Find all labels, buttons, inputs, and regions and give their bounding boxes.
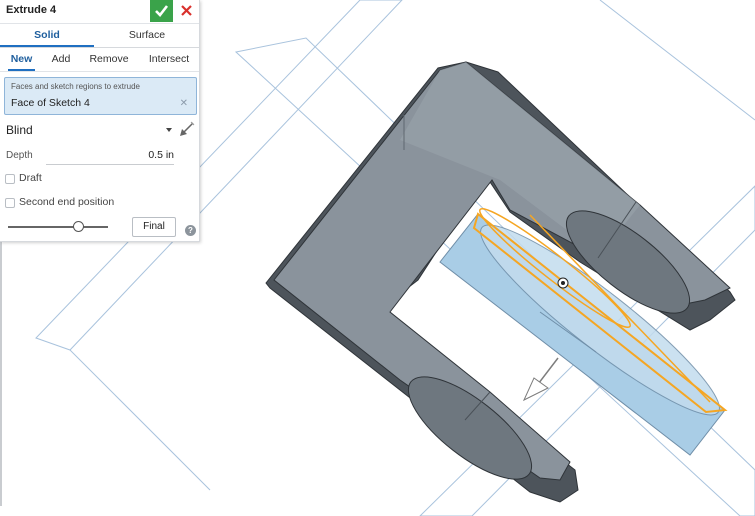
dialog-header: Extrude 4 <box>0 0 199 24</box>
second-end-option[interactable]: Second end position <box>5 196 185 212</box>
final-button[interactable]: Final <box>132 217 176 237</box>
tab-remove[interactable]: Remove <box>86 48 132 71</box>
depth-input[interactable]: 0.5 in <box>46 146 174 165</box>
cancel-button[interactable] <box>175 0 198 22</box>
draft-label: Draft <box>19 172 42 184</box>
end-type-select[interactable]: Blind <box>6 121 174 139</box>
tab-add[interactable]: Add <box>44 48 78 71</box>
feature-title: Extrude 4 <box>6 4 57 16</box>
depth-label: Depth <box>6 150 33 161</box>
accept-button[interactable] <box>150 0 173 22</box>
draft-checkbox[interactable] <box>5 174 15 184</box>
tab-surface[interactable]: Surface <box>100 24 194 47</box>
flip-direction-icon <box>180 121 195 136</box>
close-icon <box>181 5 192 16</box>
mate-connector-icon[interactable] <box>557 277 569 289</box>
selection-label: Faces and sketch regions to extrude <box>11 82 140 91</box>
second-end-label: Second end position <box>19 196 115 208</box>
depth-manipulator-arrow[interactable] <box>522 357 559 402</box>
help-icon[interactable]: ? <box>185 225 196 236</box>
panel-edge <box>0 241 2 506</box>
close-icon[interactable]: ✕ <box>180 98 188 109</box>
faces-selection-field[interactable]: Faces and sketch regions to extrude Face… <box>4 77 197 115</box>
draft-option[interactable]: Draft <box>5 172 185 188</box>
operation-tabs: New Add Remove Intersect <box>0 48 199 72</box>
rollback-slider-handle[interactable] <box>73 221 84 232</box>
body-type-tabs: Solid Surface <box>0 24 199 48</box>
tab-new[interactable]: New <box>5 48 38 71</box>
rollback-slider-track[interactable] <box>8 226 108 228</box>
tab-intersect[interactable]: Intersect <box>141 48 197 71</box>
chevron-down-icon <box>166 128 172 132</box>
end-type-value: Blind <box>6 123 33 137</box>
depth-row: Depth 0.5 in <box>0 146 199 166</box>
tab-solid[interactable]: Solid <box>0 24 94 47</box>
flip-direction-button[interactable] <box>178 120 196 138</box>
checkmark-icon <box>155 5 169 17</box>
feature-dialog: Extrude 4 Solid Surface New Add Remove I… <box>0 0 200 242</box>
selection-value: Face of Sketch 4 <box>11 97 90 109</box>
second-end-checkbox[interactable] <box>5 198 15 208</box>
